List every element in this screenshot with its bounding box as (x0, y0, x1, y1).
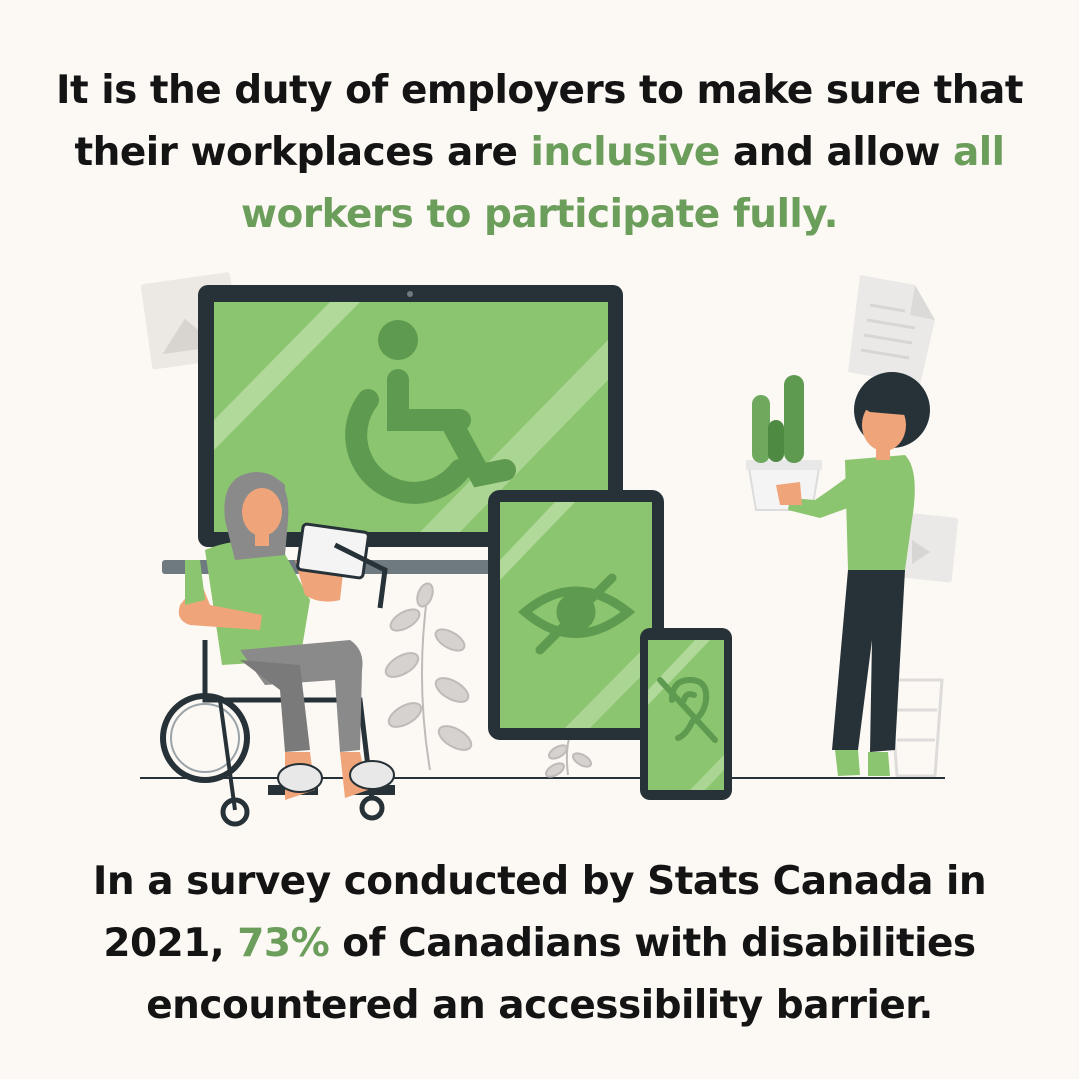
top-text-part2: and allow (719, 130, 953, 175)
bottom-headline: In a survey conducted by Stats Canada in… (40, 851, 1039, 1037)
phone (640, 628, 732, 800)
top-headline: It is the duty of employers to make sure… (40, 60, 1039, 246)
highlight-73-percent: 73% (237, 921, 330, 966)
highlight-inclusive: inclusive (530, 130, 721, 175)
person-with-cactus-figure (746, 372, 930, 776)
accessibility-illustration (140, 272, 959, 827)
document-icon (848, 275, 935, 385)
